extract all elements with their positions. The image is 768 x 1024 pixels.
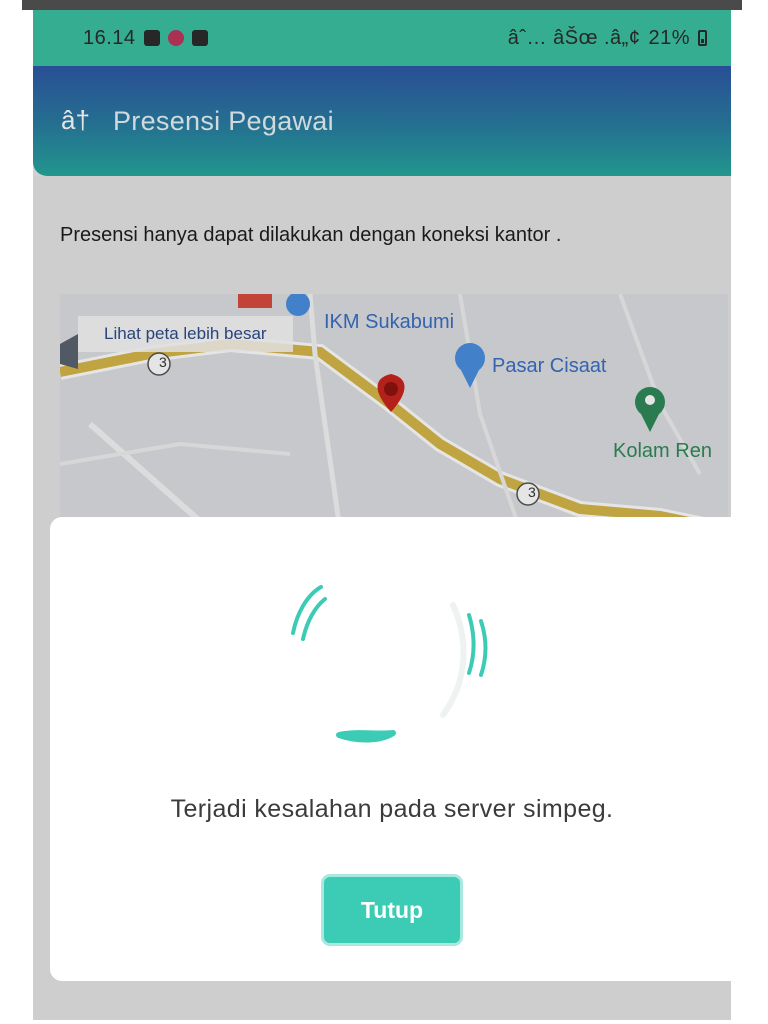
device-bezel bbox=[22, 0, 742, 10]
error-icon bbox=[291, 585, 488, 743]
close-button[interactable]: Tutup bbox=[324, 877, 460, 943]
error-message: Terjadi kesalahan pada server simpeg. bbox=[170, 795, 614, 823]
error-dialog: Terjadi kesalahan pada server simpeg. Tu… bbox=[50, 517, 750, 981]
